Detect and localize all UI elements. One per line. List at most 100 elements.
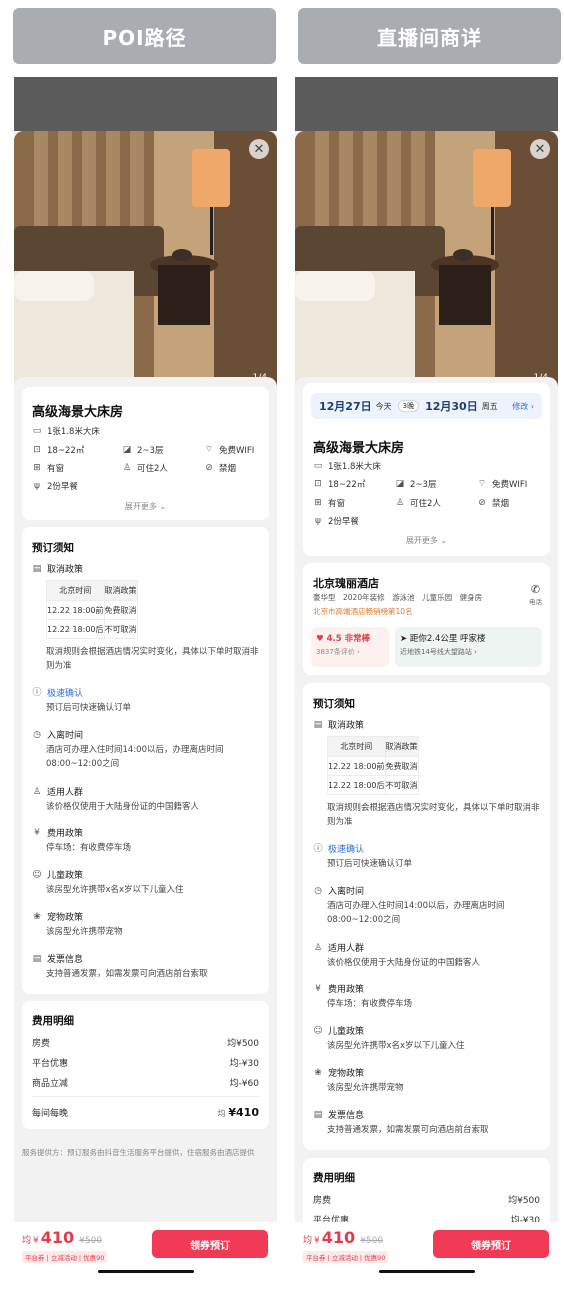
checkout-day: 周五 bbox=[481, 401, 498, 411]
table-header: 北京时间 bbox=[327, 736, 386, 757]
nights-badge: 3晚 bbox=[397, 400, 420, 412]
pet-label: 宠物政策 bbox=[47, 913, 84, 923]
clock-icon: ◷ bbox=[314, 885, 322, 896]
table-cell: 不可取消 bbox=[384, 775, 419, 795]
book-button[interactable]: 领券预订 bbox=[152, 1230, 268, 1258]
room-photo[interactable]: ✕ 1/4 bbox=[295, 131, 558, 391]
window-attr: ⊞ 有窗 bbox=[32, 462, 64, 474]
no-smoking-icon: ⊘ bbox=[205, 463, 213, 473]
room-photo[interactable]: ✕ 1/4 bbox=[14, 131, 277, 391]
smoke-label: 禁烟 bbox=[219, 464, 237, 474]
table-header-row: 北京时间 取消政策 bbox=[327, 736, 419, 757]
price-prefix: 均 bbox=[22, 1236, 32, 1246]
fee-row-label: 房费 bbox=[313, 1196, 332, 1206]
fee-row: 商品立减 均-¥60 bbox=[32, 1076, 259, 1089]
fee-row-label: 房费 bbox=[32, 1039, 51, 1049]
bottom-bar: 均 ¥410 ¥500 平台券 | 立减活动 | 优惠90 领券预订 bbox=[295, 1222, 558, 1280]
nightly-price: 均 ¥410 bbox=[218, 1106, 260, 1119]
edit-date-link[interactable]: 修改 › bbox=[512, 401, 534, 412]
book-button[interactable]: 领券预订 bbox=[433, 1230, 549, 1258]
phone-button[interactable]: ✆ 电话 bbox=[529, 583, 542, 606]
invoice-label: 发票信息 bbox=[328, 1111, 365, 1121]
people-label: 适用人群 bbox=[47, 788, 84, 798]
bed-icon: ▭ bbox=[32, 426, 42, 436]
distance-box[interactable]: ➤ 距你2.4公里 呼家楼 近地铁14号线大望路站 › bbox=[395, 627, 542, 667]
lightning-icon: ⓘ bbox=[313, 843, 323, 854]
table-cell: 不可取消 bbox=[103, 619, 138, 639]
area-icon: ⊡ bbox=[33, 445, 41, 455]
hotel-rank[interactable]: 北京市高端酒店畅销榜第10名 bbox=[313, 606, 413, 617]
phone-icon: ✆ bbox=[530, 583, 541, 596]
person-icon: ♙ bbox=[313, 942, 323, 953]
nightly-row: 每间每晚 均 ¥410 bbox=[32, 1106, 259, 1119]
nightly-value: ¥410 bbox=[228, 1106, 259, 1119]
close-icon[interactable]: ✕ bbox=[249, 139, 269, 159]
guests-label: 可住2人 bbox=[137, 464, 168, 474]
room-card: 高级海景大床房 ▭ 1张1.8米大床 ⊡ 18~22㎡ ◪ 2~3层 ⌔ 免费WIFI … bbox=[22, 387, 269, 520]
rating-box[interactable]: ♥ 4.5 非常棒 3837条评价 › bbox=[311, 627, 389, 667]
people-text: 该价格仅使用于大陆身份证的中国籍客人 bbox=[46, 802, 200, 812]
checkout-date: 12月30日 bbox=[425, 400, 478, 413]
guests-icon: ♙ bbox=[122, 463, 132, 473]
invoice-text: 支持普通发票，如需发票可向酒店前台索取 bbox=[46, 969, 208, 979]
wifi-icon: ⌔ bbox=[477, 479, 487, 489]
guests-label: 可住2人 bbox=[410, 499, 441, 509]
table-row: 12.22 18:00前 免费取消 bbox=[327, 756, 419, 776]
fee-detail-card: 费用明细 房费 均¥500 平台优惠 均-¥30 商品立减 均-¥60 每间每晚 均 ¥… bbox=[22, 1001, 269, 1129]
fee-row-label: 平台优惠 bbox=[32, 1059, 69, 1069]
price-value: 410 bbox=[40, 1228, 75, 1247]
checkin-text: 酒店可办理入住时间14:00以后，办理离店时间08:00~12:00之间 bbox=[46, 745, 224, 769]
child-text: 该房型允许携带x名x岁以下儿童入住 bbox=[46, 885, 184, 895]
date-selector[interactable]: 12月27日 今天 3晚 12月30日 周五 修改 › bbox=[311, 393, 542, 419]
table-header: 北京时间 bbox=[46, 580, 105, 601]
dim-overlay bbox=[295, 77, 558, 131]
child-heading: ☺ 儿童政策 bbox=[32, 868, 83, 882]
breakfast-label: 2份早餐 bbox=[328, 517, 359, 527]
fast-confirm-heading: ⓘ 极速确认 bbox=[313, 842, 365, 856]
fee-heading: ¥ 费用政策 bbox=[313, 982, 365, 996]
bed-label: 1张1.8米大床 bbox=[47, 427, 100, 437]
fast-confirm-text: 预订后可快速确认订单 bbox=[327, 859, 413, 869]
cancel-policy-label: 取消政策 bbox=[47, 565, 84, 575]
floor-label: 2~3层 bbox=[410, 480, 437, 490]
checkin-heading: ◷ 入离时间 bbox=[32, 728, 83, 742]
people-heading: ♙ 适用人群 bbox=[313, 941, 364, 955]
fee-row-value: 均¥500 bbox=[508, 1196, 540, 1206]
area-label: 18~22㎡ bbox=[328, 480, 366, 490]
fee-detail-title: 费用明细 bbox=[32, 1015, 74, 1027]
cancel-policy-label: 取消政策 bbox=[328, 721, 365, 731]
breakfast-attr: ψ 2份早餐 bbox=[32, 480, 78, 492]
cancel-policy-table: 北京时间 取消政策 12.22 18:00前 免费取消 12.22 18:00后 不可… bbox=[327, 736, 419, 795]
pet-heading: ❀ 宠物政策 bbox=[32, 910, 84, 924]
price-value: 410 bbox=[321, 1228, 356, 1247]
smoke-attr: ⊘ 禁烟 bbox=[477, 497, 509, 509]
child-label: 儿童政策 bbox=[328, 1027, 365, 1037]
hotel-tags: 豪华型 2020年装修 游泳池 儿童乐园 健身房 bbox=[313, 593, 483, 602]
hotel-name: 北京瑰丽酒店 bbox=[313, 577, 379, 590]
wifi-icon: ⌔ bbox=[204, 445, 214, 455]
fee-label: 费用政策 bbox=[47, 829, 84, 839]
booking-notice-card: 预订须知 ▤ 取消政策 北京时间 取消政策 12.22 18:00前 免费取消 12.… bbox=[303, 683, 550, 1150]
breakfast-label: 2份早餐 bbox=[47, 482, 78, 492]
cancel-policy-heading: ▤ 取消政策 bbox=[32, 562, 84, 576]
fast-confirm-label: 极速确认 bbox=[328, 845, 365, 855]
detail-sheet: 12月27日 今天 3晚 12月30日 周五 修改 › 高级海景大床房 ▭ 1张1.8… bbox=[295, 377, 558, 1280]
checkin-day: 今天 bbox=[375, 401, 392, 411]
fee-row-value: 均-¥30 bbox=[229, 1059, 259, 1069]
booking-notice-card: 预订须知 ▤ 取消政策 北京时间 取消政策 12.22 18:00前 免费取消 12.… bbox=[22, 527, 269, 994]
fee-label: 费用政策 bbox=[328, 985, 365, 995]
expand-more-button[interactable]: 展开更多 ⌄ bbox=[22, 501, 269, 512]
fee-heading: ¥ 费用政策 bbox=[32, 826, 84, 840]
expand-more-button[interactable]: 展开更多 ⌄ bbox=[303, 535, 550, 546]
price-currency: ¥ bbox=[314, 1236, 320, 1246]
window-label: 有窗 bbox=[328, 499, 346, 509]
table-cell: 12.22 18:00后 bbox=[327, 775, 386, 795]
floor-icon: ◪ bbox=[395, 479, 405, 489]
invoice-icon: ▤ bbox=[32, 953, 42, 964]
rating-text: ♥ 4.5 非常棒 bbox=[316, 632, 384, 644]
table-cell: 免费取消 bbox=[384, 756, 419, 776]
close-icon[interactable]: ✕ bbox=[530, 139, 550, 159]
hotel-card[interactable]: 北京瑰丽酒店 豪华型 2020年装修 游泳池 儿童乐园 健身房 北京市高端酒店畅… bbox=[303, 563, 550, 675]
no-smoking-icon: ⊘ bbox=[478, 498, 486, 508]
price-prefix: 均 bbox=[303, 1236, 313, 1246]
